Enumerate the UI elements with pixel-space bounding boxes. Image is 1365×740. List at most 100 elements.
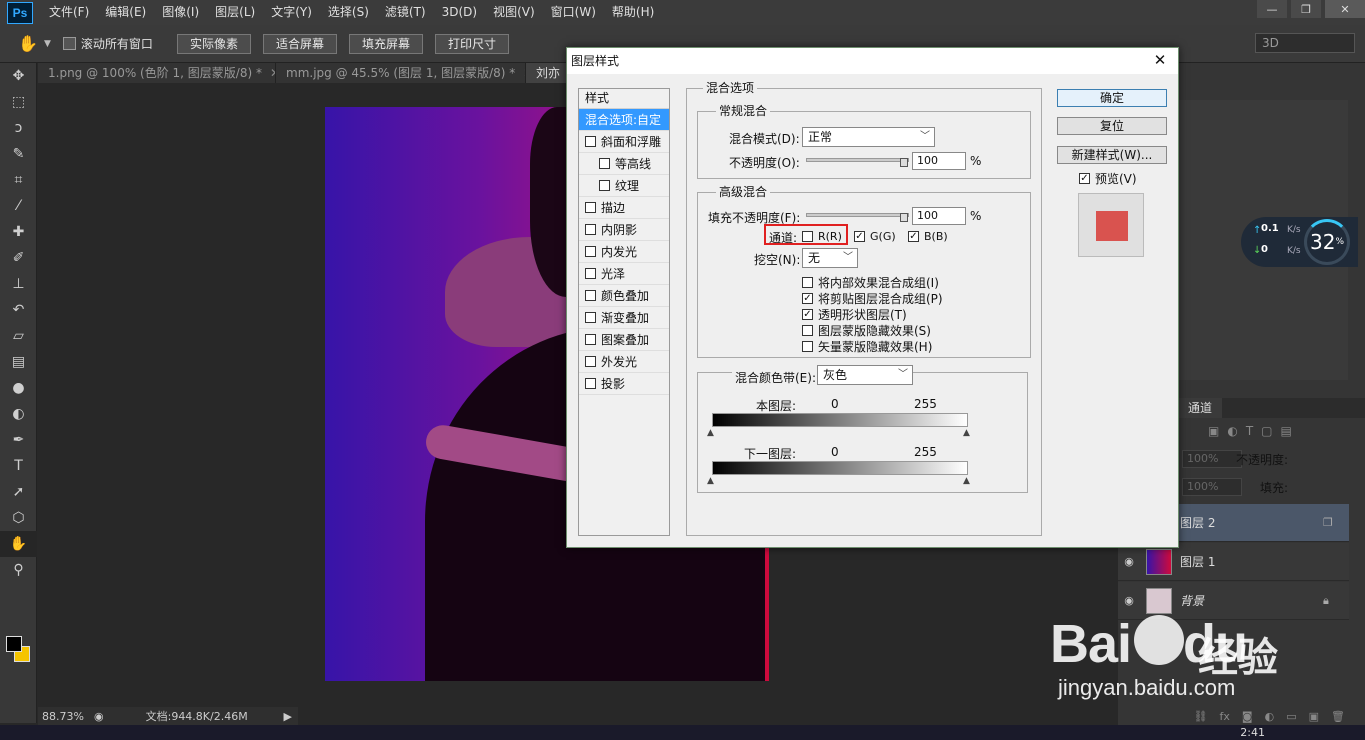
channel-g-checkbox[interactable]: ✓ G(G)	[854, 230, 896, 243]
smart-object-filter-icon[interactable]: ▤	[1281, 424, 1292, 438]
style-checkbox[interactable]	[585, 224, 596, 235]
checkmark-icon[interactable]: ✓	[854, 231, 865, 242]
checkmark-icon[interactable]: ✓	[1079, 173, 1090, 184]
checkbox-box[interactable]	[802, 277, 813, 288]
shape-tool-icon[interactable]: ⬡	[0, 505, 37, 531]
workspace-select[interactable]: 3D	[1255, 33, 1355, 53]
new-group-icon[interactable]: ▭	[1286, 710, 1296, 723]
layer-opacity-input[interactable]: 100%	[1182, 450, 1242, 468]
status-info-icon[interactable]: ◉	[94, 710, 104, 723]
style-outer-glow[interactable]: 外发光	[579, 351, 669, 373]
close-app-button[interactable]: ✕	[1325, 0, 1365, 18]
quick-select-tool-icon[interactable]: ✎	[0, 141, 37, 167]
layer-row-layer1[interactable]: ◉ 图层 1	[1118, 543, 1349, 581]
this-layer-white-handle[interactable]: ▲	[963, 428, 970, 438]
visibility-eye-icon[interactable]: ◉	[1118, 555, 1140, 568]
style-checkbox[interactable]	[599, 180, 610, 191]
style-checkbox[interactable]	[585, 334, 596, 345]
type-tool-icon[interactable]: T	[0, 453, 37, 479]
layer-mask-hides-checkbox[interactable]: 图层蒙版隐藏效果(S)	[802, 322, 931, 339]
tab-document-1[interactable]: 1.png @ 100% (色阶 1, 图层蒙版/8) *✕	[38, 63, 276, 83]
style-inner-shadow[interactable]: 内阴影	[579, 219, 669, 241]
checkbox-box[interactable]	[802, 341, 813, 352]
opacity-slider[interactable]	[806, 158, 909, 162]
underlying-black-handle[interactable]: ▲	[707, 476, 714, 486]
history-brush-tool-icon[interactable]: ↶	[0, 297, 37, 323]
path-select-tool-icon[interactable]: ➚	[0, 479, 37, 505]
eyedropper-tool-icon[interactable]: ⁄	[0, 193, 37, 219]
dodge-tool-icon[interactable]: ◐	[0, 401, 37, 427]
layer-fill-input[interactable]: 100%	[1182, 478, 1242, 496]
channel-r-checkbox[interactable]: R(R)	[802, 230, 842, 243]
new-style-button[interactable]: 新建样式(W)...	[1057, 146, 1167, 164]
style-checkbox[interactable]	[585, 246, 596, 257]
tab-channels[interactable]: 通道	[1178, 398, 1223, 418]
shape-filter-icon[interactable]: ▢	[1261, 424, 1272, 438]
menu-item-edit[interactable]: 编辑(E)	[97, 0, 154, 25]
new-layer-icon[interactable]: ▣	[1309, 710, 1319, 723]
foreground-color-swatch[interactable]	[6, 636, 22, 652]
checkmark-icon[interactable]: ✓	[908, 231, 919, 242]
channel-b-checkbox[interactable]: ✓ B(B)	[908, 230, 948, 243]
new-adjustment-icon[interactable]: ◐	[1265, 710, 1275, 723]
adjustment-filter-icon[interactable]: ◐	[1227, 424, 1237, 438]
vector-mask-hides-checkbox[interactable]: 矢量蒙版隐藏效果(H)	[802, 338, 932, 355]
menu-item-select[interactable]: 选择(S)	[320, 0, 377, 25]
zoom-tool-icon[interactable]: ⚲	[0, 557, 37, 583]
checkbox-box[interactable]	[802, 231, 813, 242]
actual-pixels-button[interactable]: 实际像素	[176, 33, 251, 54]
brush-tool-icon[interactable]: ✐	[0, 245, 37, 271]
add-mask-icon[interactable]: ◙	[1242, 710, 1253, 723]
link-layers-icon[interactable]: ⛓	[1194, 710, 1208, 723]
style-texture[interactable]: 纹理	[579, 175, 669, 197]
style-checkbox[interactable]	[585, 312, 596, 323]
image-filter-icon[interactable]: ▣	[1208, 424, 1219, 438]
trash-icon[interactable]: 🗑︎	[1331, 710, 1345, 723]
zoom-level[interactable]: 88.73%	[38, 710, 94, 723]
style-checkbox[interactable]	[599, 158, 610, 169]
tab-document-3[interactable]: 刘亦	[526, 63, 571, 83]
blend-interior-checkbox[interactable]: 将内部效果混合成组(I)	[802, 274, 939, 291]
blur-tool-icon[interactable]: ●	[0, 375, 37, 401]
menu-item-help[interactable]: 帮助(H)	[604, 0, 662, 25]
blend-if-select[interactable]: 灰色 ﹀	[817, 365, 913, 385]
transparency-shapes-checkbox[interactable]: ✓ 透明形状图层(T)	[802, 306, 907, 323]
menu-item-filter[interactable]: 滤镜(T)	[377, 0, 434, 25]
healing-brush-tool-icon[interactable]: ✚	[0, 219, 37, 245]
style-list-header[interactable]: 样式	[579, 89, 669, 109]
style-blending-options[interactable]: 混合选项:自定	[579, 109, 669, 131]
fill-screen-button[interactable]: 填充屏幕	[348, 33, 423, 54]
checkbox-box[interactable]	[802, 325, 813, 336]
gradient-tool-icon[interactable]: ▤	[0, 349, 37, 375]
layer-fx-icon[interactable]: fx	[1220, 710, 1230, 723]
hand-tool-icon-active[interactable]: ✋	[0, 531, 37, 557]
close-dialog-icon[interactable]: ✕	[1150, 50, 1170, 70]
fill-opacity-input[interactable]: 100	[912, 207, 966, 225]
style-drop-shadow[interactable]: 投影	[579, 373, 669, 395]
opacity-input[interactable]: 100	[912, 152, 966, 170]
style-checkbox[interactable]	[585, 378, 596, 389]
clone-stamp-tool-icon[interactable]: ⊥	[0, 271, 37, 297]
style-stroke[interactable]: 描边	[579, 197, 669, 219]
crop-tool-icon[interactable]: ⌗	[0, 167, 37, 193]
ok-button[interactable]: 确定	[1057, 89, 1167, 107]
underlying-white-handle[interactable]: ▲	[963, 476, 970, 486]
eraser-tool-icon[interactable]: ▱	[0, 323, 37, 349]
checkmark-icon[interactable]: ✓	[802, 309, 813, 320]
checkmark-icon[interactable]: ✓	[802, 293, 813, 304]
tab-document-2[interactable]: mm.jpg @ 45.5% (图层 1, 图层蒙版/8) *✕	[276, 63, 526, 83]
style-pattern-overlay[interactable]: 图案叠加	[579, 329, 669, 351]
style-bevel-emboss[interactable]: 斜面和浮雕	[579, 131, 669, 153]
this-layer-black-handle[interactable]: ▲	[707, 428, 714, 438]
style-gradient-overlay[interactable]: 渐变叠加	[579, 307, 669, 329]
move-tool-icon[interactable]: ✥	[0, 63, 37, 89]
type-filter-icon[interactable]: T	[1246, 424, 1253, 438]
print-size-button[interactable]: 打印尺寸	[434, 33, 509, 54]
scroll-all-windows-checkbox[interactable]	[62, 37, 76, 50]
menu-item-image[interactable]: 图像(I)	[154, 0, 207, 25]
style-contour[interactable]: 等高线	[579, 153, 669, 175]
fill-opacity-slider[interactable]	[806, 213, 909, 217]
menu-item-view[interactable]: 视图(V)	[485, 0, 543, 25]
marquee-tool-icon[interactable]: ⬚	[0, 89, 37, 115]
reset-button[interactable]: 复位	[1057, 117, 1167, 135]
